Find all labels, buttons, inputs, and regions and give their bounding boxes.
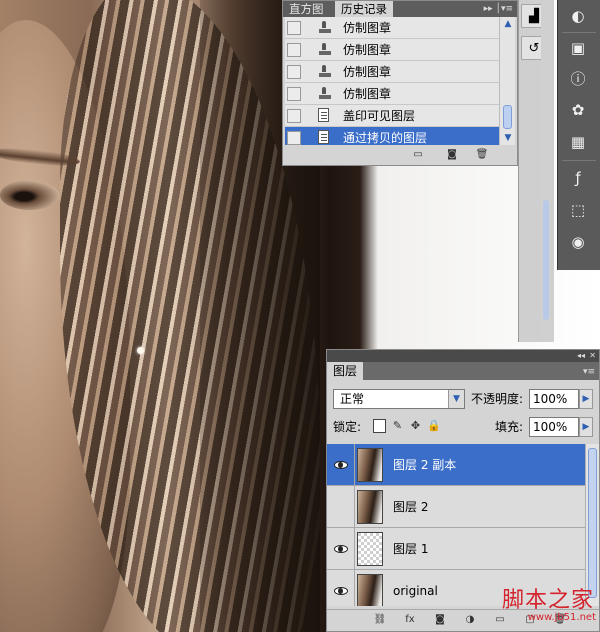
history-brush-source-checkbox[interactable] (287, 21, 301, 35)
layer-name: 图层 1 (393, 542, 429, 556)
eye-icon (333, 461, 348, 469)
layer-name: original (393, 584, 438, 598)
lock-fill-row: 锁定: ✎ ✥ 🔒 填充: 100% ▶ (327, 414, 599, 440)
history-state-label: 通过拷贝的图层 (343, 131, 428, 145)
document-icon (315, 108, 333, 124)
transform-icon[interactable]: ⬚ (566, 198, 590, 222)
panel-dock-column: ▟ ↺ (518, 0, 554, 342)
layer-thumbnail (357, 448, 383, 482)
history-state-label: 仿制图章 (343, 87, 392, 101)
panel-icon-strip: ◐ ▣ ⓘ ✿ ▦ ƒ ⬚ ◉ (557, 0, 600, 270)
tab-histogram[interactable]: 直方图 (283, 1, 330, 17)
history-state-label: 仿制图章 (343, 65, 392, 79)
swatches-icon[interactable]: ▣ (566, 36, 590, 60)
history-state[interactable]: 仿制图章 (285, 39, 499, 61)
lock-transparency-icon[interactable] (373, 419, 386, 433)
layer-thumbnail (357, 490, 383, 524)
history-state[interactable]: 盖印可见图层 (285, 105, 499, 127)
color-icon[interactable]: ✿ (566, 98, 590, 122)
lock-label: 锁定: (333, 420, 362, 434)
layer-thumbnail (357, 532, 383, 566)
history-state-label: 仿制图章 (343, 43, 392, 57)
history-state-label: 仿制图章 (343, 21, 392, 35)
eye-icon (333, 587, 348, 595)
layers-panel-titlebar: ◂◂ ✕ (327, 350, 599, 362)
lock-all-icon[interactable]: 🔒 (427, 419, 441, 433)
history-state[interactable]: 仿制图章 (285, 17, 499, 39)
layer-thumbnail (357, 574, 383, 606)
tab-layers[interactable]: 图层 (327, 362, 364, 380)
history-brush-source-checkbox[interactable] (287, 43, 301, 57)
document-icon (315, 130, 333, 145)
collapse-panel-icon[interactable]: ◂◂ (577, 350, 585, 362)
site-watermark: 脚本之家 www.jb51.net (470, 582, 600, 632)
opacity-slider-arrow-icon[interactable]: ▶ (579, 389, 593, 409)
scroll-up-arrow-icon[interactable]: ▲ (500, 17, 516, 31)
panel-menu-icon[interactable]: ▾≡ (583, 366, 595, 378)
fx-icon[interactable]: fx (403, 614, 417, 626)
layer-row[interactable]: 图层 2 (327, 486, 585, 528)
layers-panel-tabbar: 图层 ▾≡ (327, 362, 599, 380)
panel-menu-icon[interactable]: ▸▸ │▾≡ (484, 3, 513, 15)
info-icon[interactable]: ⓘ (566, 66, 590, 90)
history-state[interactable]: 仿制图章 (285, 83, 499, 105)
history-brush-source-checkbox[interactable] (287, 131, 301, 145)
styles-icon[interactable]: ƒ (566, 166, 590, 190)
link-layers-icon[interactable]: ⛓ (373, 614, 387, 626)
clone-stamp-icon (315, 86, 333, 102)
history-brush-source-checkbox[interactable] (287, 65, 301, 79)
grid-icon[interactable]: ▦ (566, 130, 590, 154)
visibility-toggle[interactable] (327, 486, 355, 528)
blend-mode-select[interactable]: 正常 ▼ (333, 389, 465, 409)
tab-history[interactable]: 历史记录 (335, 1, 393, 17)
layer-name: 图层 2 副本 (393, 458, 457, 472)
photo-eye (0, 180, 60, 210)
dock-scrollbar[interactable] (541, 0, 551, 342)
clone-stamp-icon (315, 42, 333, 58)
history-brush-source-checkbox[interactable] (287, 109, 301, 123)
eye-icon (333, 545, 348, 553)
create-snapshot-icon[interactable]: ◙ (445, 149, 459, 161)
layer-row[interactable]: 图层 1 (327, 528, 585, 570)
scroll-down-arrow-icon[interactable]: ▼ (500, 131, 516, 145)
fill-slider-arrow-icon[interactable]: ▶ (579, 417, 593, 437)
add-mask-icon[interactable]: ◙ (433, 614, 447, 626)
watermark-url: www.jb51.net (527, 612, 596, 623)
scrollbar-thumb[interactable] (588, 448, 597, 598)
delete-state-icon[interactable]: 🗑 (475, 149, 489, 161)
close-panel-icon[interactable]: ✕ (589, 350, 596, 362)
visibility-toggle[interactable] (327, 444, 355, 486)
history-list: 仿制图章 仿制图章 仿制图章 仿制图章 盖印可见图层 通过拷贝的图层 (285, 17, 499, 145)
blend-opacity-row: 正常 ▼ 不透明度: 100% ▶ (327, 386, 599, 412)
history-panel-tabbar: 直方图 历史记录 ▸▸ │▾≡ (283, 1, 517, 17)
layer-row-selected[interactable]: 图层 2 副本 (327, 444, 585, 486)
fill-field[interactable]: 100% (529, 417, 579, 437)
masks-icon[interactable]: ◉ (566, 230, 590, 254)
lock-position-move-icon[interactable]: ✥ (409, 419, 422, 433)
lock-image-brush-icon[interactable]: ✎ (391, 419, 404, 433)
clone-stamp-icon (315, 20, 333, 36)
photo-earring (137, 347, 144, 354)
history-state[interactable]: 仿制图章 (285, 61, 499, 83)
opacity-label: 不透明度: (471, 392, 524, 406)
history-scrollbar[interactable]: ▲ ▼ (499, 17, 515, 145)
navigator-icon[interactable]: ◐ (566, 4, 590, 28)
visibility-toggle[interactable] (327, 570, 355, 606)
visibility-toggle[interactable] (327, 528, 355, 570)
clone-stamp-icon (315, 64, 333, 80)
opacity-field[interactable]: 100% (529, 389, 579, 409)
history-state-label: 盖印可见图层 (343, 109, 416, 123)
watermark-logo-text: 脚本之家 (501, 588, 594, 613)
scrollbar-thumb[interactable] (503, 105, 512, 129)
history-brush-source-checkbox[interactable] (287, 87, 301, 101)
history-panel: 直方图 历史记录 ▸▸ │▾≡ 仿制图章 仿制图章 仿制图章 仿制图章 盖印可见… (282, 0, 518, 166)
history-state-selected[interactable]: 通过拷贝的图层 (285, 127, 499, 145)
layer-name: 图层 2 (393, 500, 429, 514)
new-document-from-state-icon[interactable]: ▭ (411, 149, 425, 161)
fill-label: 填充: (495, 420, 524, 434)
blend-mode-value: 正常 (340, 392, 365, 406)
history-panel-footer: ▭ ◙ 🗑 (283, 145, 517, 165)
chevron-down-icon[interactable]: ▼ (448, 390, 464, 408)
